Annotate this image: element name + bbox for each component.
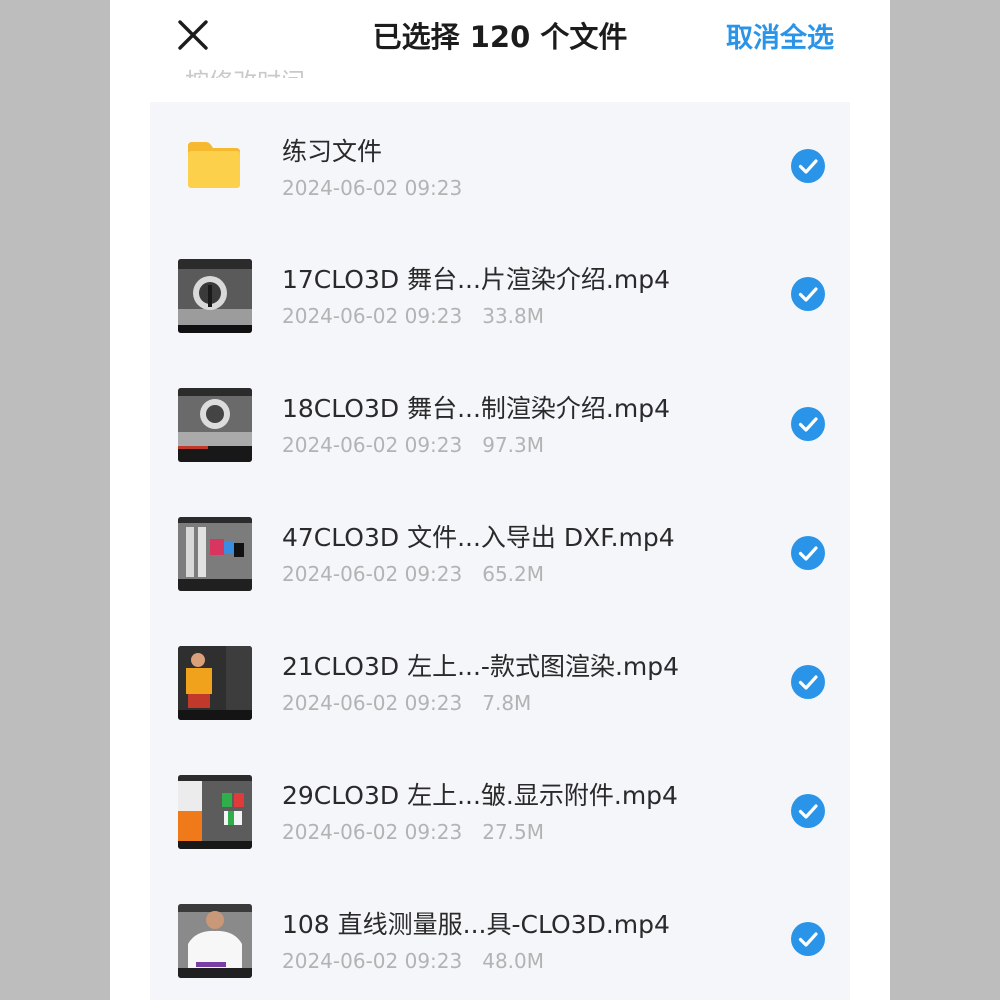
file-meta: 2024-06-02 09:23 27.5M bbox=[282, 820, 544, 844]
selected-checkbox[interactable] bbox=[791, 536, 825, 570]
file-meta: 2024-06-02 09:23 33.8M bbox=[282, 304, 544, 328]
selected-checkbox[interactable] bbox=[791, 922, 825, 956]
video-thumbnail bbox=[178, 517, 252, 591]
video-thumbnail bbox=[178, 904, 252, 978]
check-circle-icon bbox=[791, 277, 825, 311]
top-bar: 已选择 120 个文件 取消全选 bbox=[110, 0, 890, 70]
file-date: 2024-06-02 09:23 bbox=[282, 949, 463, 973]
file-meta: 2024-06-02 09:23 7.8M bbox=[282, 691, 531, 715]
file-size: 65.2M bbox=[482, 562, 545, 586]
file-date: 2024-06-02 09:23 bbox=[282, 433, 463, 457]
phone-screen: 已选择 120 个文件 取消全选 按修改时间 练习文件 2024-06-02 0… bbox=[110, 0, 890, 1000]
file-size: 97.3M bbox=[482, 433, 545, 457]
file-size: 7.8M bbox=[482, 691, 532, 715]
folder-icon bbox=[185, 140, 243, 190]
file-size: 33.8M bbox=[482, 304, 545, 328]
selected-checkbox[interactable] bbox=[791, 149, 825, 183]
check-circle-icon bbox=[791, 922, 825, 956]
check-circle-icon bbox=[791, 149, 825, 183]
check-circle-icon bbox=[791, 536, 825, 570]
file-name: 21CLO3D 左上...-款式图渲染.mp4 bbox=[282, 652, 680, 681]
file-date: 2024-06-02 09:23 bbox=[282, 820, 463, 844]
file-name: 29CLO3D 左上...皱.显示附件.mp4 bbox=[282, 781, 678, 810]
video-thumbnail bbox=[178, 646, 252, 720]
selected-checkbox[interactable] bbox=[791, 794, 825, 828]
selected-checkbox[interactable] bbox=[791, 665, 825, 699]
file-size: 48.0M bbox=[482, 949, 545, 973]
list-item[interactable]: 17CLO3D 舞台...片渲染介绍.mp4 2024-06-02 09:23 3… bbox=[150, 230, 850, 358]
file-name: 18CLO3D 舞台...制渲染介绍.mp4 bbox=[282, 394, 671, 423]
file-size: 27.5M bbox=[482, 820, 545, 844]
file-meta: 2024-06-02 09:23 97.3M bbox=[282, 433, 544, 457]
check-circle-icon bbox=[791, 665, 825, 699]
file-date: 2024-06-02 09:23 bbox=[282, 562, 463, 586]
video-thumbnail bbox=[178, 388, 252, 462]
file-date: 2024-06-02 09:23 bbox=[282, 691, 463, 715]
close-button[interactable] bbox=[176, 18, 210, 52]
list-item[interactable]: 练习文件 2024-06-02 09:23 bbox=[150, 102, 850, 230]
file-meta: 2024-06-02 09:23 bbox=[282, 176, 462, 200]
video-thumbnail bbox=[178, 259, 252, 333]
file-date: 2024-06-02 09:23 bbox=[282, 176, 463, 200]
selected-checkbox[interactable] bbox=[791, 277, 825, 311]
list-item[interactable]: 29CLO3D 左上...皱.显示附件.mp4 2024-06-02 09:23… bbox=[150, 746, 850, 874]
video-thumbnail bbox=[178, 775, 252, 849]
page-title: 已选择 120 个文件 bbox=[372, 20, 628, 54]
file-name: 练习文件 bbox=[282, 137, 383, 166]
file-meta: 2024-06-02 09:23 65.2M bbox=[282, 562, 544, 586]
file-name: 47CLO3D 文件...入导出 DXF.mp4 bbox=[282, 523, 675, 552]
list-item[interactable]: 18CLO3D 舞台...制渲染介绍.mp4 2024-06-02 09:23 9… bbox=[150, 359, 850, 487]
list-item[interactable]: 108 直线测量服...具-CLO3D.mp4 2024-06-02 09:23… bbox=[150, 875, 850, 1000]
file-list: 练习文件 2024-06-02 09:23 17CLO3D 舞台...片渲染介绍… bbox=[150, 102, 850, 1000]
selected-checkbox[interactable] bbox=[791, 407, 825, 441]
file-date: 2024-06-02 09:23 bbox=[282, 304, 463, 328]
sort-label-partial: 按修改时间 bbox=[185, 62, 825, 78]
list-item[interactable]: 47CLO3D 文件...入导出 DXF.mp4 2024-06-02 09:2… bbox=[150, 488, 850, 616]
list-item[interactable]: 21CLO3D 左上...-款式图渲染.mp4 2024-06-02 09:23… bbox=[150, 617, 850, 745]
file-name: 17CLO3D 舞台...片渲染介绍.mp4 bbox=[282, 265, 671, 294]
file-name: 108 直线测量服...具-CLO3D.mp4 bbox=[282, 910, 670, 939]
close-icon bbox=[178, 20, 208, 50]
file-meta: 2024-06-02 09:23 48.0M bbox=[282, 949, 544, 973]
check-circle-icon bbox=[791, 794, 825, 828]
deselect-all-button[interactable]: 取消全选 bbox=[726, 16, 834, 55]
check-circle-icon bbox=[791, 407, 825, 441]
